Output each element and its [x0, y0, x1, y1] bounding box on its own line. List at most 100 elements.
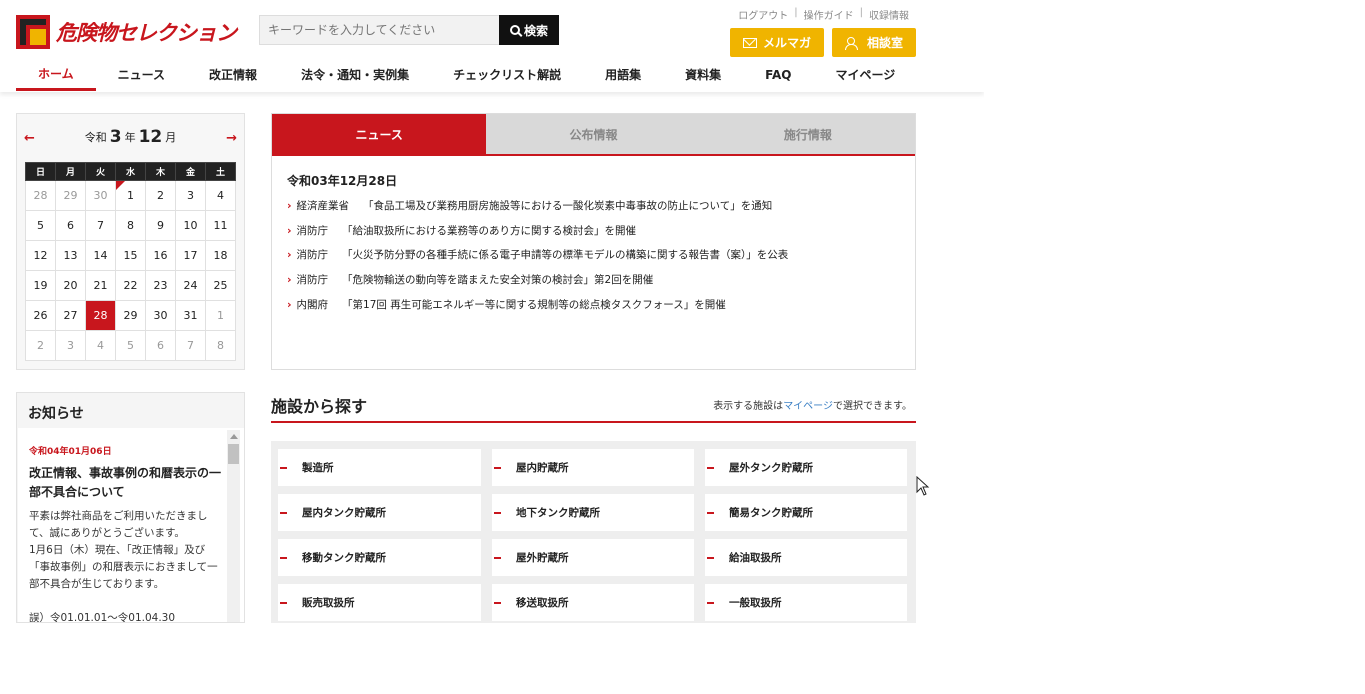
- calendar-day[interactable]: 9: [145, 210, 176, 241]
- calendar-day[interactable]: 4: [85, 330, 116, 361]
- news-item[interactable]: › 内閣府 「第17回 再生可能エネルギー等に関する規制等の総点検タスクフォース」を…: [287, 292, 900, 317]
- scroll-up-icon[interactable]: [230, 434, 238, 439]
- utility-links: ログアウト | 操作ガイド | 収録情報: [738, 7, 909, 22]
- facility-item[interactable]: 屋内タンク貯蔵所: [278, 494, 481, 531]
- nav-mypage[interactable]: マイページ: [813, 58, 917, 91]
- calendar-day[interactable]: 1: [115, 180, 146, 211]
- calendar-day[interactable]: 6: [145, 330, 176, 361]
- news-item[interactable]: › 消防庁 「給油取扱所における業務等のあり方に関する検討会」を開催: [287, 218, 900, 243]
- calendar-day[interactable]: 7: [175, 330, 206, 361]
- facility-item[interactable]: 移動タンク貯蔵所: [278, 539, 481, 576]
- notice-heading[interactable]: 改正情報、事故事例の和暦表示の一部不具合について: [29, 464, 224, 502]
- calendar-month-suffix: 月: [165, 131, 177, 144]
- news-item[interactable]: › 消防庁 「火災予防分野の各種手続に係る電子申請等の標準モデルの構築に関する報告書…: [287, 242, 900, 267]
- calendar-day[interactable]: 20: [55, 270, 86, 301]
- calendar-day[interactable]: 27: [55, 300, 86, 331]
- calendar-day[interactable]: 31: [175, 300, 206, 331]
- chevron-right-icon: ›: [287, 223, 292, 237]
- calendar-day[interactable]: 5: [115, 330, 146, 361]
- news-text: 「危険物輸送の動向等を踏まえた安全対策の検討会」第2回を開催: [342, 273, 654, 286]
- calendar-day[interactable]: 3: [175, 180, 206, 211]
- guide-link[interactable]: 操作ガイド: [804, 7, 854, 22]
- calendar-day[interactable]: 24: [175, 270, 206, 301]
- news-item[interactable]: › 消防庁 「危険物輸送の動向等を踏まえた安全対策の検討会」第2回を開催: [287, 267, 900, 292]
- news-source: 消防庁: [296, 224, 329, 237]
- chevron-right-icon: ›: [287, 198, 292, 212]
- calendar-day[interactable]: 29: [115, 300, 146, 331]
- facility-item[interactable]: 簡易タンク貯蔵所: [705, 494, 907, 531]
- facility-item[interactable]: 屋外タンク貯蔵所: [705, 449, 907, 486]
- calendar-day[interactable]: 23: [145, 270, 176, 301]
- chevron-right-icon: ›: [287, 297, 292, 311]
- search-input[interactable]: [259, 15, 499, 45]
- facility-item[interactable]: 製造所: [278, 449, 481, 486]
- calendar-day[interactable]: 30: [85, 180, 116, 211]
- calendar-day[interactable]: 22: [115, 270, 146, 301]
- nav-news[interactable]: ニュース: [96, 58, 187, 91]
- calendar-day[interactable]: 25: [205, 270, 236, 301]
- calendar-day[interactable]: 26: [25, 300, 56, 331]
- calendar-day[interactable]: 15: [115, 240, 146, 271]
- calendar-day[interactable]: 13: [55, 240, 86, 271]
- calendar-day[interactable]: 16: [145, 240, 176, 271]
- scroll-thumb[interactable]: [228, 444, 239, 464]
- person-icon: [844, 36, 861, 50]
- calendar-day[interactable]: 17: [175, 240, 206, 271]
- calendar-day[interactable]: 11: [205, 210, 236, 241]
- notice-body: 令和04年01月06日 改正情報、事故事例の和暦表示の一部不具合について 平素は…: [18, 428, 244, 622]
- nav-glossary[interactable]: 用語集: [583, 58, 663, 91]
- mypage-link[interactable]: マイページ: [783, 401, 833, 412]
- nav-home[interactable]: ホーム: [16, 58, 96, 91]
- calendar-day[interactable]: 2: [145, 180, 176, 211]
- facility-item[interactable]: 移送取扱所: [492, 584, 694, 621]
- search-button[interactable]: 検索: [499, 15, 559, 45]
- calendar-day[interactable]: 2: [25, 330, 56, 361]
- calendar-day[interactable]: 30: [145, 300, 176, 331]
- calendar-day[interactable]: 1: [205, 300, 236, 331]
- search-icon: [509, 25, 520, 35]
- arrow-right-icon[interactable]: →: [226, 131, 237, 146]
- calendar-day[interactable]: 3: [55, 330, 86, 361]
- calendar-day[interactable]: 8: [205, 330, 236, 361]
- calendar-day[interactable]: 5: [25, 210, 56, 241]
- facility-item[interactable]: 屋外貯蔵所: [492, 539, 694, 576]
- calendar-day[interactable]: 7: [85, 210, 116, 241]
- nav-materials[interactable]: 資料集: [663, 58, 743, 91]
- nav-revisions[interactable]: 改正情報: [187, 58, 279, 91]
- notice-text: 平素は弊社商品をご利用いただきまして、誠にありがとうございます。 1月6日（木）…: [29, 508, 224, 622]
- site-logo[interactable]: 危険物セレクション: [16, 15, 237, 49]
- tab-promulgation[interactable]: 公布情報: [486, 114, 701, 154]
- nav-laws[interactable]: 法令・通知・実例集: [279, 58, 431, 91]
- calendar-day[interactable]: 18: [205, 240, 236, 271]
- consultation-button[interactable]: 相談室: [832, 28, 916, 57]
- facility-item[interactable]: 給油取扱所: [705, 539, 907, 576]
- facility-item[interactable]: 地下タンク貯蔵所: [492, 494, 694, 531]
- calendar-day[interactable]: 19: [25, 270, 56, 301]
- logout-link[interactable]: ログアウト: [738, 7, 788, 22]
- facility-item[interactable]: 屋内貯蔵所: [492, 449, 694, 486]
- calendar-day[interactable]: 8: [115, 210, 146, 241]
- nav-faq[interactable]: FAQ: [743, 58, 813, 91]
- arrow-left-icon[interactable]: ←: [24, 131, 35, 146]
- calendar-day[interactable]: 21: [85, 270, 116, 301]
- calendar-day[interactable]: 10: [175, 210, 206, 241]
- calendar-day[interactable]: 28: [25, 180, 56, 211]
- mail-magazine-button[interactable]: メルマガ: [730, 28, 824, 57]
- search-button-label: 検索: [523, 23, 548, 38]
- contents-link[interactable]: 収録情報: [869, 7, 909, 22]
- calendar-day[interactable]: 14: [85, 240, 116, 271]
- nav-checklist[interactable]: チェックリスト解説: [431, 58, 583, 91]
- calendar-day[interactable]: 12: [25, 240, 56, 271]
- calendar-day[interactable]: 4: [205, 180, 236, 211]
- notice-scrollbar[interactable]: [227, 430, 240, 622]
- facility-item[interactable]: 販売取扱所: [278, 584, 481, 621]
- calendar-day[interactable]: 6: [55, 210, 86, 241]
- news-source: 内閣府: [296, 298, 329, 311]
- facility-grid: 製造所 屋内貯蔵所 屋外タンク貯蔵所屋内タンク貯蔵所 地下タンク貯蔵所 簡易タンク貯蔵所…: [271, 441, 916, 623]
- news-item[interactable]: › 経済産業省 「食品工場及び業務用厨房施設等における一酸化炭素中毒事故の防止につい…: [287, 193, 900, 218]
- tab-enforcement[interactable]: 施行情報: [700, 114, 915, 154]
- calendar-day[interactable]: 28: [85, 300, 116, 331]
- tab-news[interactable]: ニュース: [272, 114, 487, 154]
- calendar-day[interactable]: 29: [55, 180, 86, 211]
- facility-item[interactable]: 一般取扱所: [705, 584, 907, 621]
